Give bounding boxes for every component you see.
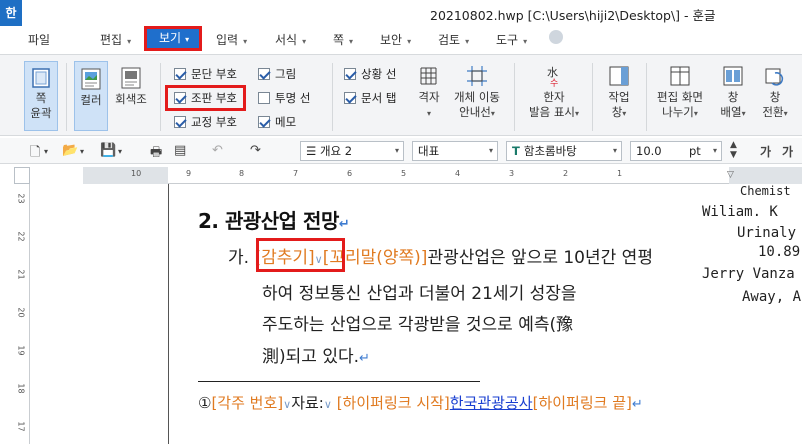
redo-icon[interactable]: ↷ [250, 143, 261, 158]
font-size-input[interactable]: 10.0 pt ▾ [630, 141, 722, 161]
check-status-line[interactable]: 상황 선 [344, 66, 396, 82]
open-folder-icon[interactable]: 📂 [62, 143, 78, 158]
check-doc-tab[interactable]: 문서 탭 [344, 90, 396, 106]
grayscale-view-button[interactable]: 회색조 [112, 61, 150, 131]
app-icon[interactable]: 한 [0, 0, 22, 26]
svg-text:水: 水 [547, 66, 558, 79]
document-heading[interactable]: 2. 관광산업 전망↵ [198, 205, 350, 234]
print-icon[interactable]: 🖶 [150, 143, 162, 165]
horizontal-ruler[interactable]: 10 9 8 7 6 5 4 3 2 1 ▽ [83, 167, 802, 184]
hyperlink-end-code[interactable]: [하이퍼링크 끝] [533, 394, 632, 412]
size-down-icon[interactable]: ▼ [730, 150, 737, 160]
checkbox-unchecked[interactable] [258, 92, 270, 104]
grid-button[interactable]: 격자 ▾ [412, 61, 446, 131]
indent-marker-icon[interactable]: ▽ [727, 170, 734, 180]
save-icon[interactable]: 💾 [100, 143, 116, 158]
hanja-pronunciation-button[interactable]: 水수 한자 발음 표시▾ [524, 61, 584, 131]
help-bubble-icon[interactable] [549, 30, 563, 44]
paragraph-mark-icon: ↵ [631, 397, 643, 412]
char-shape-icon[interactable]: 가 [760, 143, 771, 160]
ribbon: 쪽 윤곽 컬러 회색조 문단 부호 조판 부호 교정 부호 그림 투명 선 메모 … [0, 54, 802, 136]
menu-page[interactable]: 쪽 ▾ [333, 31, 353, 48]
window-switch-button[interactable]: 창 전환▾ [756, 61, 794, 131]
body-line-3[interactable]: 주도하는 산업으로 각광받을 것으로 예측(豫 [262, 310, 573, 335]
chevron-down-icon[interactable]: ▾ [118, 147, 122, 156]
menu-bar: 파일 편집 ▾ 입력 ▾ 서식 ▾ 쪽 ▾ 보안 ▾ 검토 ▾ 도구 ▾ [0, 27, 802, 52]
page-left-edge [168, 184, 169, 444]
grid-icon [420, 67, 437, 85]
menu-file[interactable]: 파일 [28, 31, 50, 48]
hanja-icon: 水수 [547, 66, 558, 87]
footnote-number-code[interactable]: [각주 번호] [211, 394, 283, 412]
work-window-icon [609, 66, 629, 86]
checkbox-checked[interactable] [344, 92, 356, 104]
footnote-line[interactable]: ①[각주 번호]∨자료:∨ [하이퍼링크 시작]한국관광공사[하이퍼링크 끝]↵ [198, 392, 643, 413]
window-arrange-icon [723, 66, 743, 86]
menu-tools[interactable]: 도구 ▾ [496, 31, 527, 48]
style-select[interactable]: ☰ 개요 2 ▾ [300, 141, 404, 161]
font-name-select[interactable]: T 함초롬바탕 ▾ [506, 141, 622, 161]
title-bar: 한 20210802.hwp [C:\Users\hiji2\Desktop\]… [0, 0, 802, 26]
color-view-button[interactable]: 컬러 [74, 61, 108, 131]
menu-edit[interactable]: 편집 ▾ [100, 31, 131, 48]
side-text-3: Urinaly [737, 225, 797, 241]
menu-insert[interactable]: 입력 ▾ [216, 31, 247, 48]
size-up-icon[interactable]: ▲ [730, 140, 737, 150]
split-window-icon [670, 66, 690, 86]
guide-line-icon [467, 66, 487, 86]
checkbox-checked[interactable] [258, 116, 270, 128]
vertical-ruler[interactable]: 23 22 21 20 19 18 17 [14, 184, 30, 444]
highlight-hide-control [256, 238, 345, 272]
side-text-4: Jerry Vanza [702, 266, 795, 282]
work-window-button[interactable]: 작업 창▾ [600, 61, 638, 131]
side-text-overlap: 10.89 [758, 244, 801, 260]
checkbox-checked[interactable] [174, 68, 186, 80]
side-text-1: Chemist [740, 184, 791, 198]
ruler-corner[interactable] [14, 167, 30, 184]
split-view-button[interactable]: 편집 화면 나누기▾ [652, 61, 708, 131]
font-group-select[interactable]: 대표 ▾ [412, 141, 498, 161]
body-line-4[interactable]: 測)되고 있다.↵ [262, 342, 370, 367]
checkbox-checked[interactable] [344, 68, 356, 80]
side-text-5: Away, A [742, 289, 802, 305]
check-transparent-line[interactable]: 투명 선 [258, 90, 310, 106]
checkbox-checked[interactable] [258, 68, 270, 80]
object-move-guide-button[interactable]: 개체 이동 안내선▾ [450, 61, 504, 131]
paragraph-mark-icon: ↵ [338, 217, 350, 232]
hyperlink-start-code[interactable]: [하이퍼링크 시작] [337, 394, 450, 412]
check-picture[interactable]: 그림 [258, 66, 296, 82]
menu-view[interactable]: 보기 ▾ [144, 26, 202, 51]
style-icon: ☰ [306, 144, 320, 158]
chevron-down-icon[interactable]: ▾ [44, 147, 48, 156]
page-outline-button[interactable]: 쪽 윤곽 [24, 61, 58, 131]
page-outline-icon [32, 68, 50, 88]
hyperlink-text[interactable]: 한국관광공사 [450, 394, 533, 412]
side-text-2: Wiliam. K [702, 204, 778, 220]
menu-format[interactable]: 서식 ▾ [275, 31, 306, 48]
check-proof-mark[interactable]: 교정 부호 [174, 114, 237, 130]
window-arrange-button[interactable]: 창 배열▾ [714, 61, 752, 131]
chevron-down-icon[interactable]: ▾ [80, 147, 84, 156]
new-document-icon[interactable]: 🗋 [30, 143, 40, 165]
window-title: 20210802.hwp [C:\Users\hiji2\Desktop\] -… [430, 8, 716, 23]
char-shape-icon[interactable]: 가 [782, 143, 793, 160]
grayscale-image-icon [121, 67, 141, 89]
format-toolbar: 🗋 ▾ 📂 ▾ 💾 ▾ 🖶 ▤ ↶ ↷ ☰ 개요 2 ▾ 대표 ▾ T 함초롬바탕 ▾… [0, 138, 802, 164]
body-line-2[interactable]: 하여 정보통신 산업과 더불어 21세기 성장을 [262, 279, 577, 304]
checkbox-checked[interactable] [174, 116, 186, 128]
font-type-icon: T [512, 144, 524, 158]
menu-review[interactable]: 검토 ▾ [438, 31, 469, 48]
highlight-layout-mark [165, 85, 246, 111]
undo-icon[interactable]: ↶ [212, 143, 223, 158]
window-switch-icon [765, 68, 784, 86]
menu-security[interactable]: 보안 ▾ [380, 31, 411, 48]
check-memo[interactable]: 메모 [258, 114, 296, 130]
check-paragraph-mark[interactable]: 문단 부호 [174, 66, 237, 82]
svg-text:수: 수 [550, 78, 558, 87]
color-image-icon [81, 68, 101, 90]
preview-icon[interactable]: ▤ [174, 143, 186, 158]
footnote-separator [198, 381, 480, 382]
paragraph-mark-icon: ↵ [359, 351, 370, 366]
